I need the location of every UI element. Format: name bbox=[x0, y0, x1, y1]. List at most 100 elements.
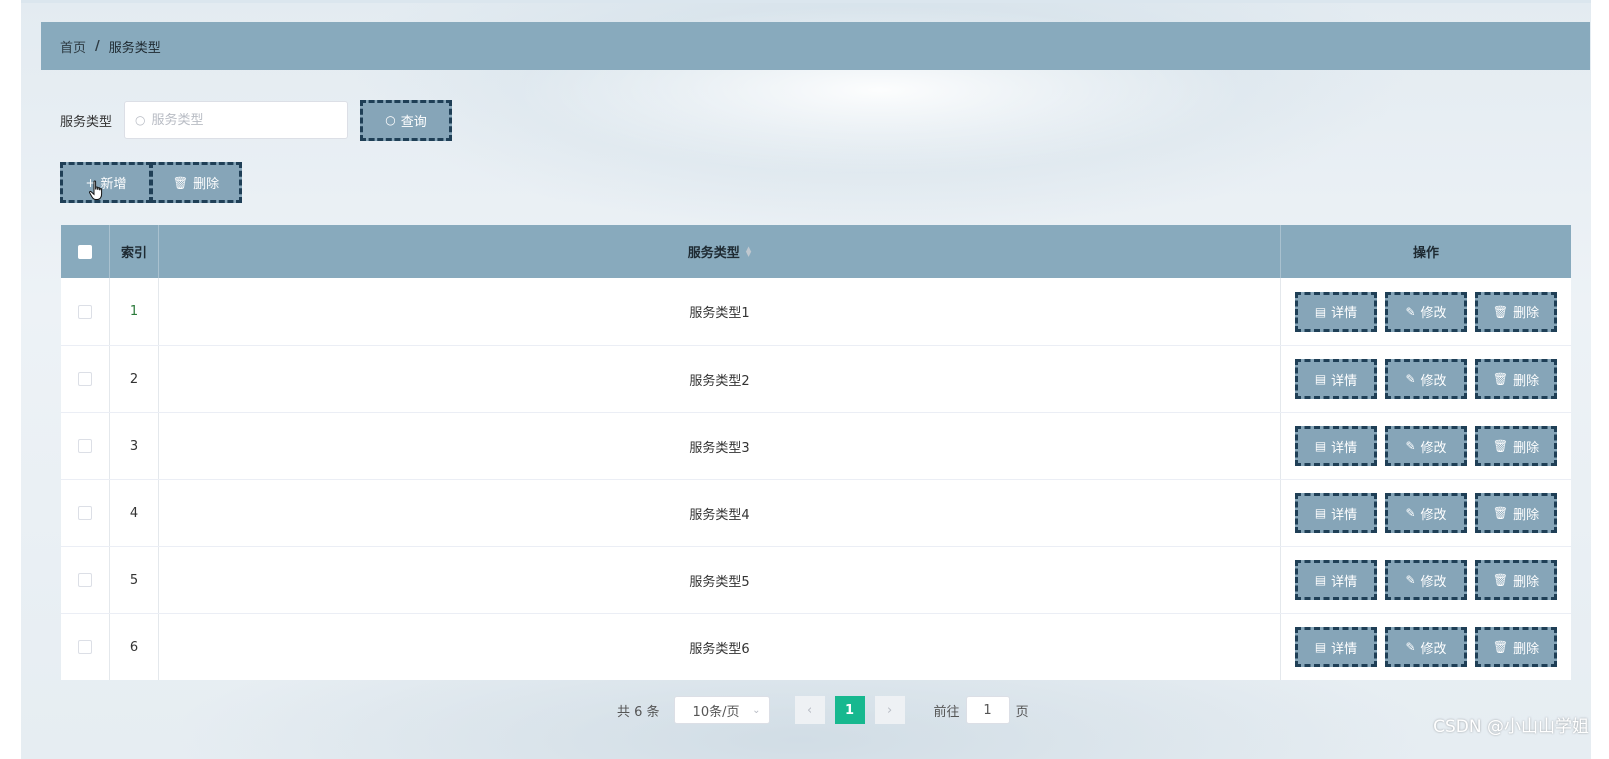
watermark: CSDN @小山山学姐 bbox=[1433, 717, 1589, 737]
edit-button[interactable]: ✎ 修改 bbox=[1385, 493, 1467, 533]
detail-button[interactable]: ▤ 详情 bbox=[1295, 359, 1377, 399]
detail-button-label: 详情 bbox=[1331, 440, 1358, 456]
trash-icon: 🗑 bbox=[1492, 506, 1509, 520]
delete-button-label: 删除 bbox=[1513, 507, 1540, 523]
row-checkbox[interactable] bbox=[78, 439, 92, 453]
delete-button[interactable]: 🗑 删除 bbox=[1475, 493, 1557, 533]
row-index: 3 bbox=[110, 413, 159, 479]
pencil-icon: ✎ bbox=[1405, 304, 1416, 319]
search-input[interactable] bbox=[151, 112, 332, 128]
search-row: 服务类型 ○ ○ 查询 bbox=[60, 99, 453, 141]
edit-button-label: 修改 bbox=[1420, 373, 1447, 389]
pencil-icon: ✎ bbox=[1405, 506, 1416, 520]
goto-suffix: 页 bbox=[1015, 704, 1029, 720]
edit-button[interactable]: ✎ 修改 bbox=[1385, 291, 1467, 332]
select-all-checkbox[interactable] bbox=[78, 244, 92, 259]
row-checkbox[interactable] bbox=[78, 640, 92, 654]
chevron-left-icon: ‹ bbox=[806, 702, 813, 718]
header-type[interactable]: 服务类型 ▲ ▼ bbox=[159, 225, 1281, 278]
hand-cursor-icon bbox=[89, 180, 103, 200]
delete-button-label: 删除 bbox=[1513, 641, 1540, 657]
batch-delete-button-label: 删除 bbox=[193, 177, 220, 192]
detail-button[interactable]: ▤ 详情 bbox=[1295, 426, 1377, 466]
edit-button[interactable]: ✎ 修改 bbox=[1385, 627, 1467, 667]
edit-button[interactable]: ✎ 修改 bbox=[1385, 359, 1467, 399]
row-checkbox[interactable] bbox=[78, 372, 92, 386]
delete-button-label: 删除 bbox=[1513, 306, 1540, 321]
table-body: 1 服务类型1 ▤ 详情 ✎ 修改 🗑 删除 2 服务类型2 ▤ 详情 ✎ 修改… bbox=[61, 278, 1571, 680]
delete-button-label: 删除 bbox=[1513, 574, 1540, 590]
next-page-button[interactable]: › bbox=[874, 696, 905, 724]
detail-button-label: 详情 bbox=[1331, 306, 1358, 321]
header-type-label: 服务类型 bbox=[687, 246, 740, 261]
header-ops: 操作 bbox=[1412, 246, 1439, 261]
left-strip bbox=[0, 0, 21, 759]
row-checkbox-cell bbox=[61, 614, 110, 680]
goto-page-input[interactable]: 1 bbox=[965, 696, 1010, 724]
pencil-icon: ✎ bbox=[1405, 573, 1416, 587]
row-checkbox-cell bbox=[61, 278, 110, 345]
breadcrumb-home[interactable]: 首页 bbox=[60, 37, 86, 56]
table-row: 6 服务类型6 ▤ 详情 ✎ 修改 🗑 删除 bbox=[61, 613, 1571, 680]
add-button[interactable]: + 新增 bbox=[60, 162, 152, 203]
row-index: 4 bbox=[110, 480, 159, 546]
query-button[interactable]: ○ 查询 bbox=[360, 99, 453, 141]
row-actions: ▤ 详情 ✎ 修改 🗑 删除 bbox=[1281, 547, 1571, 613]
data-table: 索引 服务类型 ▲ ▼ 操作 1 服务类型1 ▤ 详情 ✎ 修改 🗑 删除 2 … bbox=[61, 225, 1571, 680]
table-row: 1 服务类型1 ▤ 详情 ✎ 修改 🗑 删除 bbox=[61, 278, 1571, 345]
row-checkbox[interactable] bbox=[78, 573, 92, 587]
detail-button[interactable]: ▤ 详情 bbox=[1295, 493, 1377, 533]
row-index: 1 bbox=[110, 278, 159, 345]
delete-button-label: 删除 bbox=[1513, 440, 1540, 456]
table-row: 3 服务类型3 ▤ 详情 ✎ 修改 🗑 删除 bbox=[61, 412, 1571, 479]
detail-button-label: 详情 bbox=[1331, 574, 1358, 590]
row-type: 服务类型5 bbox=[159, 547, 1281, 613]
page-size-select[interactable]: 10条/页 ⌄ bbox=[673, 696, 770, 724]
row-checkbox-cell bbox=[61, 480, 110, 546]
detail-button[interactable]: ▤ 详情 bbox=[1295, 291, 1377, 332]
detail-button[interactable]: ▤ 详情 bbox=[1295, 627, 1377, 667]
delete-button[interactable]: 🗑 删除 bbox=[1475, 560, 1557, 600]
detail-button-label: 详情 bbox=[1331, 641, 1358, 657]
row-index: 2 bbox=[110, 346, 159, 412]
edit-button-label: 修改 bbox=[1420, 507, 1447, 523]
edit-button[interactable]: ✎ 修改 bbox=[1385, 426, 1467, 466]
trash-icon: 🗑 bbox=[1492, 640, 1509, 654]
edit-button-label: 修改 bbox=[1420, 641, 1447, 657]
goto-prefix: 前往 bbox=[933, 704, 960, 720]
row-checkbox-cell bbox=[61, 413, 110, 479]
row-type: 服务类型1 bbox=[159, 278, 1281, 345]
detail-button[interactable]: ▤ 详情 bbox=[1295, 560, 1377, 600]
detail-button-label: 详情 bbox=[1331, 373, 1358, 389]
edit-button-label: 修改 bbox=[1420, 440, 1447, 456]
breadcrumb-separator: / bbox=[95, 38, 100, 54]
row-type: 服务类型4 bbox=[159, 480, 1281, 546]
pencil-icon: ✎ bbox=[1405, 372, 1416, 386]
search-icon: ○ bbox=[135, 113, 146, 127]
document-icon: ▤ bbox=[1314, 640, 1327, 654]
row-index: 5 bbox=[110, 547, 159, 613]
sort-icon[interactable]: ▲ ▼ bbox=[746, 245, 751, 257]
prev-page-button[interactable]: ‹ bbox=[794, 696, 825, 724]
row-checkbox[interactable] bbox=[78, 506, 92, 520]
pencil-icon: ✎ bbox=[1405, 439, 1416, 453]
trash-icon: 🗑 bbox=[1492, 304, 1509, 319]
page-number-active[interactable]: 1 bbox=[834, 696, 865, 724]
edit-button[interactable]: ✎ 修改 bbox=[1385, 560, 1467, 600]
delete-button[interactable]: 🗑 删除 bbox=[1475, 291, 1557, 332]
delete-button[interactable]: 🗑 删除 bbox=[1475, 627, 1557, 667]
row-checkbox-cell bbox=[61, 547, 110, 613]
row-actions: ▤ 详情 ✎ 修改 🗑 删除 bbox=[1281, 278, 1571, 345]
document-icon: ▤ bbox=[1314, 506, 1327, 520]
right-strip bbox=[1591, 0, 1609, 759]
pencil-icon: ✎ bbox=[1405, 640, 1416, 654]
edit-button-label: 修改 bbox=[1420, 306, 1447, 321]
search-field[interactable]: ○ bbox=[124, 101, 349, 139]
delete-button[interactable]: 🗑 删除 bbox=[1475, 359, 1557, 399]
batch-delete-button[interactable]: 🗑 删除 bbox=[150, 162, 242, 203]
page-size-value: 10条/页 bbox=[692, 704, 740, 720]
row-checkbox[interactable] bbox=[78, 304, 92, 319]
delete-button[interactable]: 🗑 删除 bbox=[1475, 426, 1557, 466]
row-actions: ▤ 详情 ✎ 修改 🗑 删除 bbox=[1281, 480, 1571, 546]
document-icon: ▤ bbox=[1314, 372, 1327, 386]
